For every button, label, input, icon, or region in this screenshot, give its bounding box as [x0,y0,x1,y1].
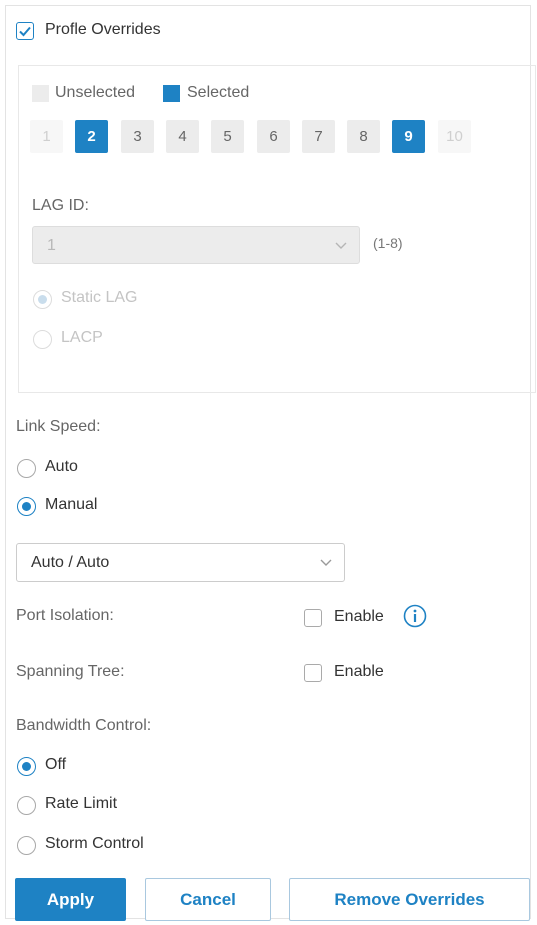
selected-swatch [163,85,180,102]
check-icon [19,26,31,37]
port-button-5[interactable]: 5 [211,120,244,153]
bandwidth-rate-limit-label: Rate Limit [45,795,118,812]
port-button-6[interactable]: 6 [257,120,290,153]
port-isolation-label: Port Isolation: [16,607,114,624]
chevron-down-icon [335,242,347,249]
apply-button[interactable]: Apply [15,878,126,921]
chevron-down-icon [320,559,332,566]
port-button-4[interactable]: 4 [166,120,199,153]
port-button-7[interactable]: 7 [302,120,335,153]
static-lag-label: Static LAG [61,289,138,306]
bandwidth-control-label: Bandwidth Control: [16,717,152,734]
link-speed-auto-label: Auto [45,458,78,475]
port-isolation-enable-label: Enable [334,608,384,625]
link-speed-auto-radio[interactable] [17,459,36,478]
link-speed-label: Link Speed: [16,418,101,435]
info-icon[interactable] [403,604,427,628]
lag-id-select[interactable]: 1 [32,226,360,264]
link-speed-manual-label: Manual [45,496,98,513]
lacp-radio[interactable] [33,330,52,349]
unselected-swatch [32,85,49,102]
bandwidth-storm-control-label: Storm Control [45,835,144,852]
link-speed-select[interactable]: Auto / Auto [16,543,345,582]
link-speed-manual-radio[interactable] [17,497,36,516]
profile-overrides-checkbox[interactable] [16,22,34,40]
static-lag-radio[interactable] [33,290,52,309]
port-button-2[interactable]: 2 [75,120,108,153]
link-speed-value: Auto / Auto [31,554,110,571]
spanning-tree-checkbox[interactable] [304,664,322,682]
profile-overrides-label: Profle Overrides [45,21,161,38]
spanning-tree-label: Spanning Tree: [16,663,125,680]
lag-id-range: (1-8) [373,235,403,251]
port-button-3[interactable]: 3 [121,120,154,153]
spanning-tree-enable-label: Enable [334,663,384,680]
remove-overrides-button[interactable]: Remove Overrides [289,878,530,921]
port-button-10: 10 [438,120,471,153]
bandwidth-off-radio[interactable] [17,757,36,776]
lacp-label: LACP [61,329,103,346]
bandwidth-rate-limit-radio[interactable] [17,796,36,815]
port-isolation-checkbox[interactable] [304,609,322,627]
bandwidth-off-label: Off [45,756,67,773]
cancel-button[interactable]: Cancel [145,878,271,921]
port-button-1: 1 [30,120,63,153]
selected-legend-label: Selected [187,84,250,101]
lag-id-value: 1 [47,237,56,254]
lag-id-label: LAG ID: [32,197,89,214]
port-button-9[interactable]: 9 [392,120,425,153]
port-button-8[interactable]: 8 [347,120,380,153]
unselected-legend-label: Unselected [55,84,136,101]
bandwidth-storm-control-radio[interactable] [17,836,36,855]
